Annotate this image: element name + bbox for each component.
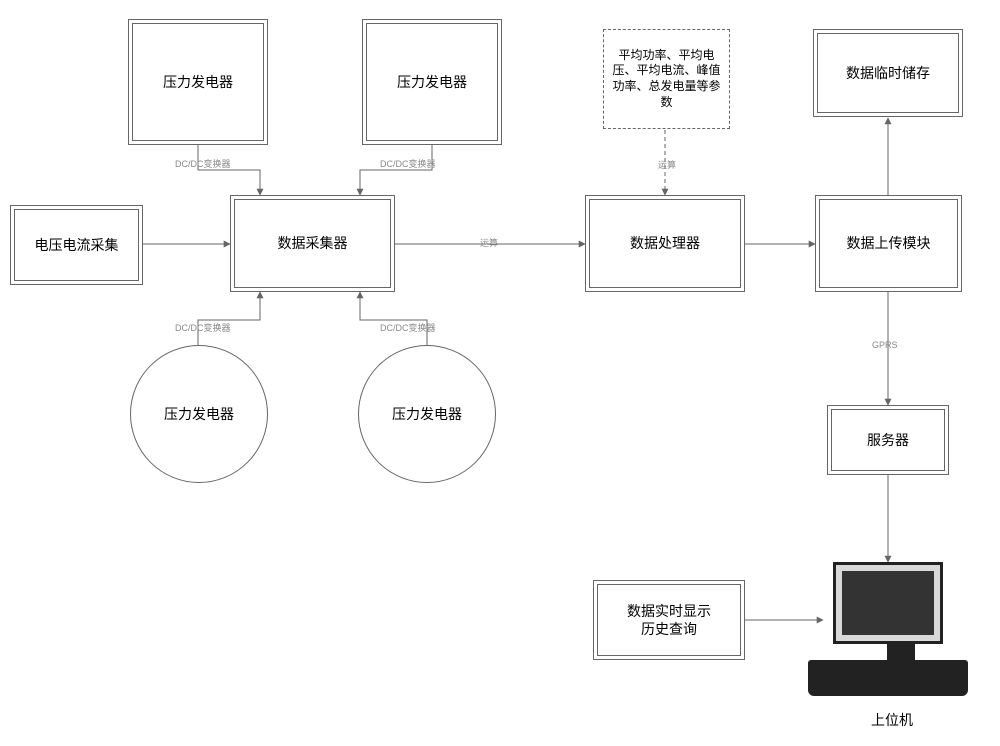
node-server: 服务器 — [827, 405, 949, 475]
node-label: 服务器 — [867, 431, 909, 449]
edge-label-gprs: GPRS — [872, 340, 898, 350]
edge-label-dcdc: DC/DC变换器 — [175, 157, 231, 170]
edge-label-dcdc: DC/DC变换器 — [380, 157, 436, 170]
node-generator-top-left: 压力发电器 — [128, 19, 268, 145]
node-label: 压力发电器 — [392, 404, 462, 424]
node-label: 数据采集器 — [278, 234, 348, 252]
edge-label-dcdc: DC/DC变换器 — [380, 321, 436, 334]
edge-label-dcdc: DC/DC变换器 — [175, 321, 231, 334]
node-generator-top-right: 压力发电器 — [362, 19, 502, 145]
node-generator-bottom-right: 压力发电器 — [358, 345, 496, 483]
node-label: 电压电流采集 — [35, 236, 119, 254]
node-label: 压力发电器 — [397, 73, 467, 91]
node-label: 数据临时储存 — [846, 64, 930, 82]
node-display: 数据实时显示 历史查询 — [593, 580, 745, 660]
node-generator-bottom-left: 压力发电器 — [130, 345, 268, 483]
node-label: 数据处理器 — [630, 234, 700, 252]
node-label: 压力发电器 — [163, 73, 233, 91]
diagram-canvas: 压力发电器 压力发电器 平均功率、平均电压、平均电流、峰值功率、总发电量等参数 … — [0, 0, 1000, 746]
node-label: 压力发电器 — [164, 404, 234, 424]
host-computer-icon — [833, 562, 968, 696]
caption-text: 上位机 — [871, 712, 913, 728]
host-caption: 上位机 — [852, 710, 932, 730]
edge-label-calc: 运算 — [480, 236, 498, 249]
node-data-collector: 数据采集器 — [230, 195, 395, 292]
node-label: 数据上传模块 — [847, 234, 931, 252]
node-data-processor: 数据处理器 — [585, 195, 745, 292]
node-data-uploader: 数据上传模块 — [815, 195, 962, 292]
node-temp-store: 数据临时储存 — [813, 29, 963, 117]
node-params-note: 平均功率、平均电压、平均电流、峰值功率、总发电量等参数 — [603, 29, 730, 129]
node-label: 平均功率、平均电压、平均电流、峰值功率、总发电量等参数 — [610, 48, 723, 110]
edge-label-calc: 运算 — [658, 158, 676, 171]
node-vi-collect: 电压电流采集 — [10, 205, 143, 285]
node-label: 数据实时显示 历史查询 — [627, 602, 711, 638]
